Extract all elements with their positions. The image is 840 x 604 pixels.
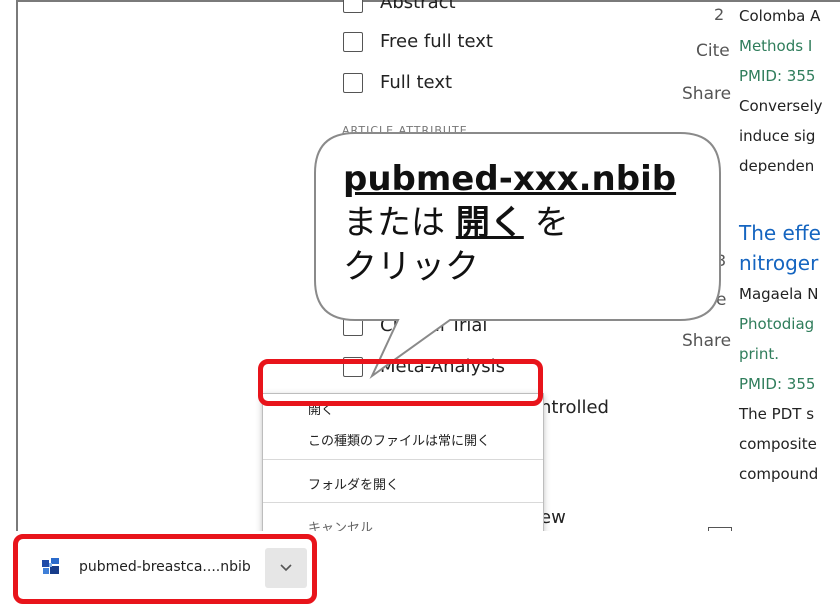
callout-text-part: を (523, 203, 569, 243)
filter-label: Full text (380, 72, 453, 93)
menu-divider (263, 459, 543, 460)
highlight-open-menu-item (258, 359, 543, 406)
section-label: ARTICLE ATTRIBUTE (342, 124, 468, 137)
result-snippet: The PDT s (739, 405, 815, 423)
menu-item-show-in-folder[interactable]: フォルダを開く (308, 474, 399, 493)
filter-abstract[interactable]: Abstract (343, 0, 456, 13)
callout-click-word: クリック (343, 247, 479, 287)
result-journal: print. (739, 345, 780, 363)
result-checkbox-checked[interactable] (703, 222, 717, 242)
filter-label: Abstract (380, 0, 456, 13)
result-authors: Colomba A (739, 7, 821, 25)
share-button[interactable]: Share (682, 331, 731, 351)
checkbox[interactable] (343, 0, 363, 13)
result-snippet: dependen (739, 157, 815, 175)
result-authors: Magaela N (739, 285, 819, 303)
callout-text: pubmed-xxx.nbib または 開く を クリック (343, 157, 676, 289)
cite-button[interactable]: e (716, 290, 726, 310)
result-snippet: composite (739, 435, 817, 453)
result-title-link[interactable]: nitroger (739, 251, 818, 275)
cite-button[interactable]: Cite (696, 41, 730, 61)
filter-full-text[interactable]: Full text (343, 72, 452, 93)
checkbox[interactable] (343, 315, 363, 336)
callout-filename: pubmed-xxx.nbib (343, 159, 677, 199)
result-pmid: PMID: 355 (739, 67, 816, 85)
callout-open-word: 開く (455, 203, 524, 243)
menu-item-always-open[interactable]: この種類のファイルは常に開く (308, 430, 490, 449)
filter-label: Clinical Trial (380, 315, 488, 336)
share-button[interactable]: Share (682, 84, 731, 104)
result-snippet: induce sig (739, 127, 816, 145)
filter-free-full-text[interactable]: Free full text (343, 31, 493, 52)
highlight-download-item (13, 534, 317, 604)
menu-divider (263, 502, 543, 503)
result-journal: Methods I (739, 37, 813, 55)
filter-rct-label[interactable]: ntrolled (540, 397, 609, 418)
result-number: 2 (714, 5, 725, 24)
checkbox[interactable] (343, 72, 363, 93)
result-snippet: compound (739, 465, 819, 483)
filter-label: Free full text (380, 31, 493, 52)
result-number: 3 (716, 251, 727, 270)
result-title-link[interactable]: The effe (739, 221, 821, 245)
callout-text-part: または (343, 203, 456, 243)
result-pmid: PMID: 355 (739, 375, 816, 393)
result-snippet: Conversely (739, 97, 823, 115)
result-journal: Photodiag (739, 315, 815, 333)
download-context-menu: 開く この種類のファイルは常に開く フォルダを開く キャンセル (262, 393, 544, 547)
filter-clinical-trial[interactable]: Clinical Trial (343, 315, 487, 336)
checkbox[interactable] (343, 31, 363, 52)
